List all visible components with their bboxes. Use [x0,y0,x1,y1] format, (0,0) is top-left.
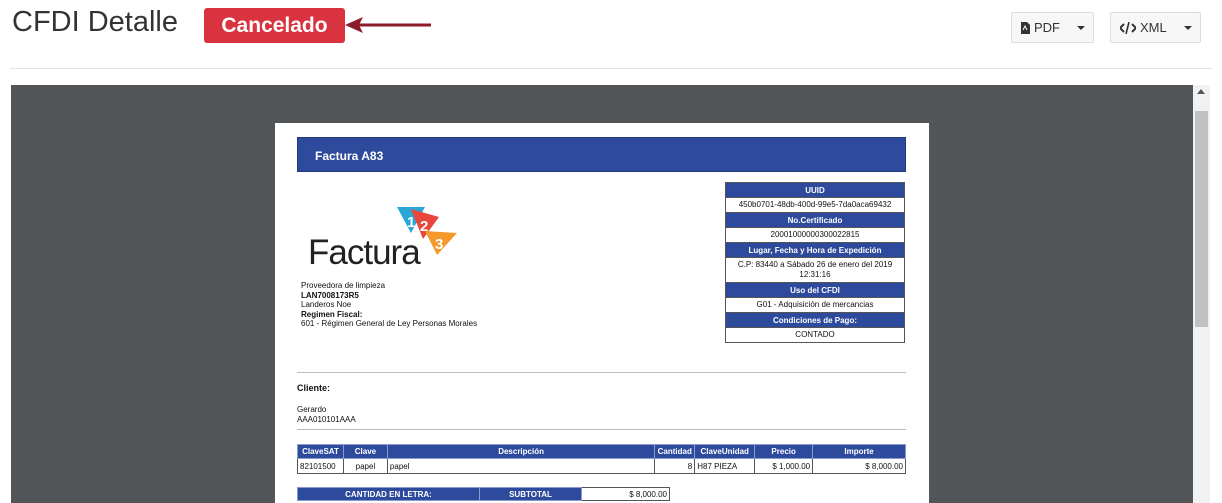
cell-clave-unidad: H87 PIEZA [694,458,756,474]
col-header: ClaveSAT [297,444,344,459]
totals-row: CANTIDAD EN LETRA: SUBTOTAL $ 8,000.00 [297,487,670,501]
cfdi-use-value: G01 - Adquisición de mercancias [726,298,904,313]
client-rfc: AAA010101AAA [297,414,356,424]
page-title: CFDI Detalle [12,6,178,38]
xml-dropdown-button[interactable]: XML [1110,12,1201,43]
issuer-name: Landeros Noe [301,300,352,309]
payment-terms-value: CONTADO [795,330,835,339]
amount-in-words-label: CANTIDAD EN LETRA: [297,487,480,501]
col-header: Descripción [386,444,656,459]
subtotal-label: SUBTOTAL [479,487,582,501]
pdf-file-icon [1021,21,1030,34]
client-name: Gerardo [297,405,327,414]
logo-digit-3: 3 [435,236,443,253]
logo-digit-1: 1 [407,214,415,231]
section-divider [297,372,906,373]
table-row: 82101500 papel papel 8 H87 PIEZA $ 1,000… [297,458,906,474]
pdf-button-label: PDF [1034,20,1060,35]
issuer-business: Proveedora de limpieza [301,281,386,290]
col-header: Cantidad [654,444,696,459]
payment-terms-label: Condiciones de Pago: [726,313,904,328]
viewer-scrollbar[interactable] [1193,85,1210,503]
xml-button-label: XML [1140,20,1167,35]
col-header: Importe [812,444,906,459]
issue-place-date-label: Lugar, Fecha y Hora de Expedición [726,243,904,258]
totals-table: CANTIDAD EN LETRA: SUBTOTAL $ 8,000.00 [297,487,670,501]
pdf-viewer[interactable]: Factura A83 1 2 3 Factura Proveedora de … [11,85,1193,503]
code-icon [1120,21,1136,34]
cfdi-detail-page: CFDI Detalle Cancelado PDF XML Factura A… [0,0,1222,503]
client-block: Gerardo AAA010101AAA [297,405,356,424]
uuid-value: 450b0701-48db-400d-99e5-7da0aca69432 [726,198,904,213]
issuer-block: Proveedora de limpieza LAN7008173R5 Land… [301,281,477,329]
cell-importe: $ 8,000.00 [812,458,906,474]
certificate-value: 20001000000300022815 [726,228,904,243]
invoice-page: Factura A83 1 2 3 Factura Proveedora de … [275,123,929,503]
issuer-regime: 601 - Régimen General de Ley Personas Mo… [301,319,478,328]
col-header: ClaveUnidad [694,444,756,459]
cfdi-info-table: UUID 450b0701-48db-400d-99e5-7da0aca6943… [725,182,905,343]
cell-descripcion: papel [386,458,656,474]
section-divider [297,429,906,430]
cfdi-use-label: Uso del CFDI [726,283,904,298]
header-divider [10,68,1212,69]
issuer-regime-label: Regimen Fiscal: [301,309,363,319]
subtotal-value: $ 8,000.00 [581,487,670,501]
status-badge: Cancelado [204,8,345,43]
arrow-left-icon [345,17,431,33]
caret-down-icon [1184,26,1192,30]
issue-time-line: 12:31:16 [799,270,831,279]
col-header: Precio [754,444,814,459]
scroll-up-icon[interactable] [1197,89,1205,94]
caret-down-icon [1077,26,1085,30]
cell-clave: papel [342,458,388,474]
cell-clave-sat: 82101500 [297,458,344,474]
uuid-label: UUID [726,183,904,198]
col-header: Clave [342,444,388,459]
cell-cantidad: 8 [654,458,696,474]
pdf-dropdown-button[interactable]: PDF [1011,12,1094,43]
items-header-row: ClaveSAT Clave Descripción Cantidad Clav… [297,444,906,459]
scroll-thumb[interactable] [1195,111,1208,327]
logo-wordmark: Factura [308,233,421,272]
issuer-rfc: LAN7008173R5 [301,290,359,300]
certificate-label: No.Certificado [726,213,904,228]
cell-precio: $ 1,000.00 [754,458,814,474]
issue-place-date-value: C.P: 83440 a Sábado 26 de enero del 2019… [726,258,904,283]
logo-digit-2: 2 [420,218,428,235]
client-label: Cliente: [297,383,331,393]
invoice-header: Factura A83 [297,137,906,172]
issue-date-line: C.P: 83440 a Sábado 26 de enero del 2019 [737,260,893,269]
items-table: ClaveSAT Clave Descripción Cantidad Clav… [297,444,906,474]
